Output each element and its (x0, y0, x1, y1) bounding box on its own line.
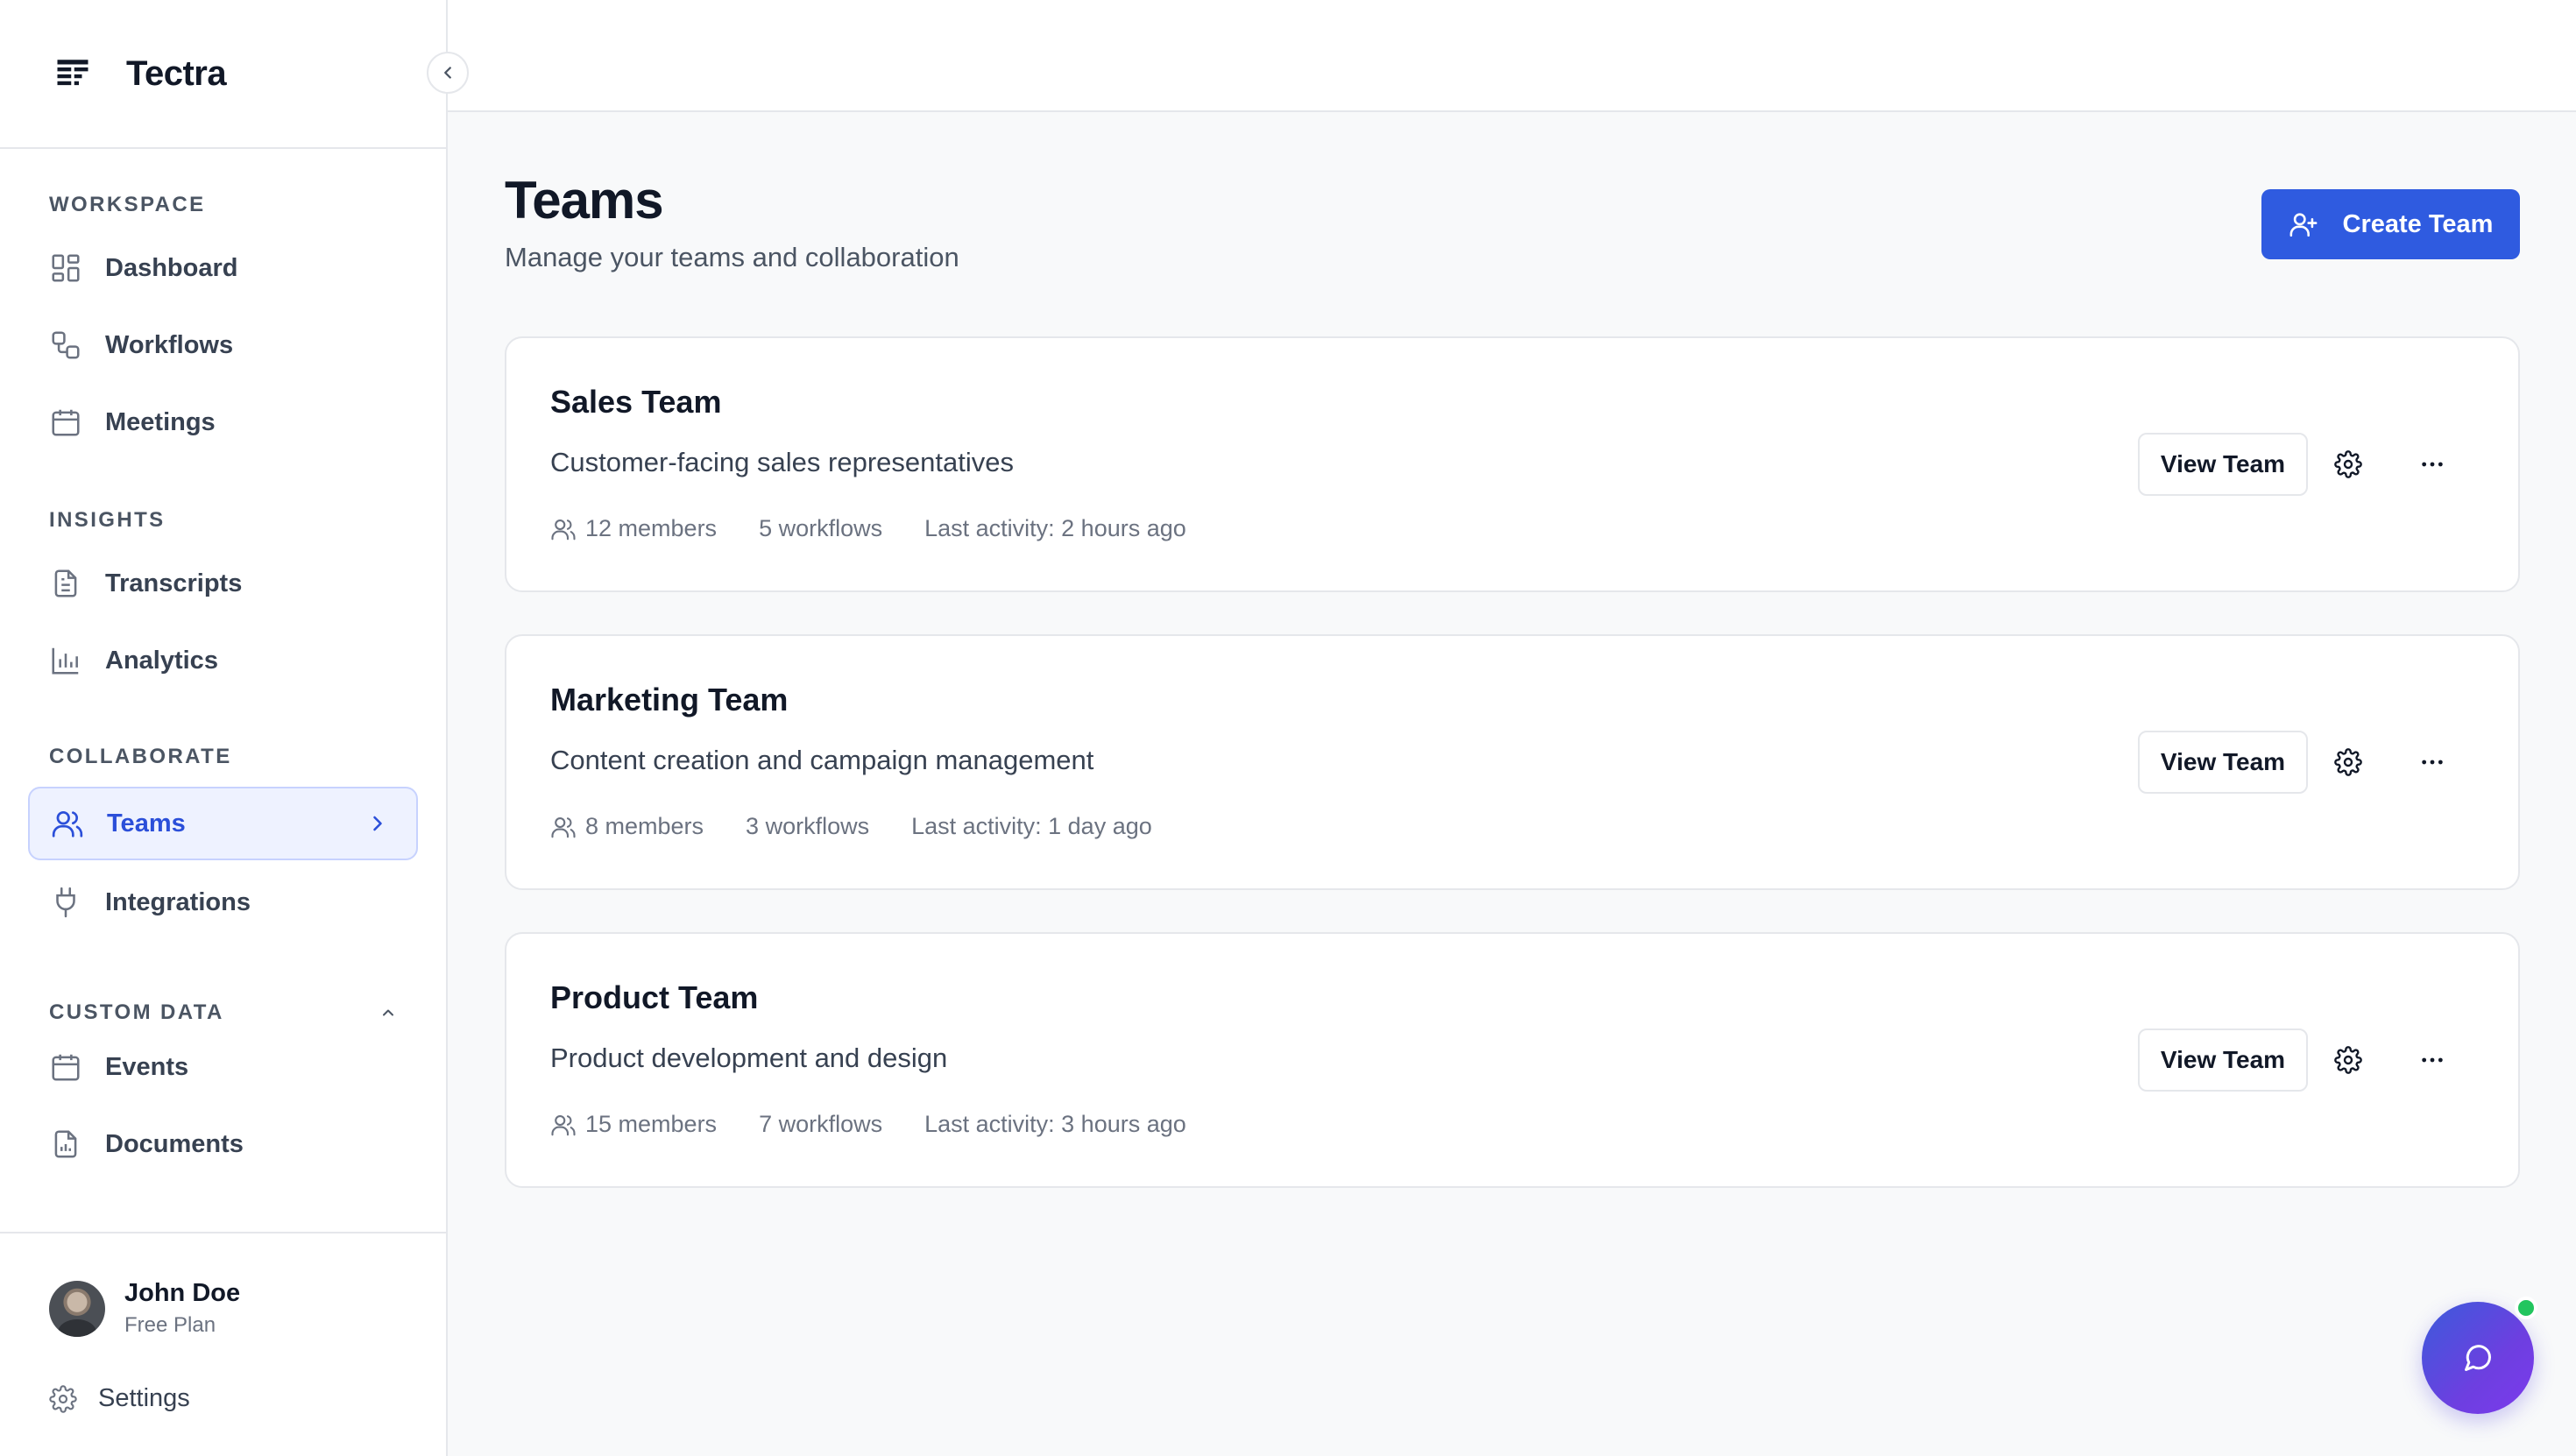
team-meta: 15 members 7 workflows Last activity: 3 … (550, 1111, 1186, 1138)
section-label: COLLABORATE (49, 745, 232, 768)
chat-button[interactable] (2422, 1302, 2534, 1414)
team-more-button[interactable] (2413, 1041, 2452, 1079)
sidebar-item-documents[interactable]: Documents (28, 1107, 418, 1181)
sidebar-footer: John Doe Free Plan Settings (0, 1232, 446, 1456)
sidebar-item-label: Documents (105, 1129, 244, 1158)
page-subtitle: Manage your teams and collaboration (505, 242, 959, 272)
gear-icon (2334, 450, 2362, 478)
chevron-left-icon (444, 67, 451, 79)
sidebar-item-label: Dashboard (105, 253, 238, 282)
section-custom-data: CUSTOM DATA Events Documents (28, 999, 418, 1181)
view-team-button[interactable]: View Team (2138, 1028, 2308, 1092)
users-icon (52, 810, 83, 838)
sidebar-item-dashboard[interactable]: Dashboard (28, 231, 418, 305)
chevron-right-icon (373, 816, 382, 831)
section-label: WORKSPACE (49, 193, 206, 216)
plug-icon (56, 887, 75, 918)
sidebar-item-label: Transcripts (105, 569, 243, 597)
view-team-button[interactable]: View Team (2138, 433, 2308, 496)
more-horizontal-icon (2422, 760, 2443, 765)
online-status-dot (2515, 1297, 2537, 1319)
sidebar-item-teams[interactable]: Teams (28, 787, 418, 860)
user-name: John Doe (124, 1279, 241, 1307)
calendar-icon (52, 409, 80, 436)
team-settings-button[interactable] (2329, 1041, 2367, 1079)
sidebar-item-label: Meetings (105, 407, 216, 436)
workflow-count: 5 workflows (759, 515, 883, 541)
user-profile[interactable]: John Doe Free Plan (49, 1279, 240, 1338)
create-team-button[interactable]: Create Team (2261, 189, 2520, 259)
logo-icon (57, 60, 88, 86)
avatar (49, 1280, 105, 1337)
team-more-button[interactable] (2413, 743, 2452, 781)
team-name: Sales Team (550, 384, 722, 420)
sidebar-item-label: Events (105, 1052, 189, 1081)
users-icon (551, 1114, 576, 1135)
gear-icon (49, 1384, 77, 1413)
sidebar: Tectra WORKSPACE Dashboard Workflows Mee… (0, 0, 469, 1456)
document-icon (54, 569, 77, 597)
team-settings-button[interactable] (2329, 743, 2367, 781)
team-description: Content creation and campaign management (550, 745, 1094, 775)
user-plan: Free Plan (124, 1313, 216, 1337)
section-collaborate: COLLABORATE Teams Integrations (28, 743, 418, 939)
member-count: 8 members (585, 813, 704, 839)
create-team-label: Create Team (2342, 209, 2494, 238)
app-name: Tectra (126, 53, 227, 93)
team-more-button[interactable] (2413, 445, 2452, 484)
chat-bubble-icon (2465, 1345, 2491, 1371)
sidebar-item-label: Integrations (105, 887, 251, 916)
sidebar-item-label: Workflows (105, 330, 234, 359)
sidebar-item-transcripts[interactable]: Transcripts (28, 547, 418, 620)
collapse-sidebar-button[interactable] (427, 52, 469, 94)
member-count: 12 members (585, 515, 718, 541)
team-description: Product development and design (550, 1043, 948, 1073)
team-card-product: Product Team Product development and des… (505, 932, 2520, 1188)
section-label: INSIGHTS (49, 508, 166, 532)
bar-chart-icon (52, 647, 79, 675)
users-icon (551, 816, 576, 838)
sidebar-item-workflows[interactable]: Workflows (28, 308, 418, 382)
section-insights: INSIGHTS Transcripts Analytics (28, 506, 418, 697)
dashboard-icon (52, 254, 80, 282)
team-name: Marketing Team (550, 682, 789, 717)
team-settings-button[interactable] (2329, 445, 2367, 484)
team-meta: 12 members 5 workflows Last activity: 2 … (550, 515, 1186, 542)
sidebar-item-meetings[interactable]: Meetings (28, 385, 418, 459)
team-card-sales: Sales Team Customer-facing sales represe… (505, 336, 2520, 592)
last-activity: Last activity: 2 hours ago (924, 515, 1186, 541)
sidebar-item-integrations[interactable]: Integrations (28, 866, 418, 939)
file-chart-icon (54, 1130, 77, 1158)
sidebar-item-events[interactable]: Events (28, 1030, 418, 1104)
users-icon (551, 519, 576, 540)
gear-icon (2334, 748, 2362, 776)
more-horizontal-icon (2422, 1057, 2443, 1063)
team-meta: 8 members 3 workflows Last activity: 1 d… (550, 813, 1152, 840)
calendar-icon (52, 1054, 80, 1081)
settings-link[interactable]: Settings (49, 1384, 190, 1413)
workflow-count: 7 workflows (759, 1111, 883, 1137)
more-horizontal-icon (2422, 462, 2443, 467)
sidebar-item-label: Analytics (105, 646, 218, 675)
top-bar (448, 0, 2576, 112)
user-plus-icon (2289, 213, 2317, 237)
chevron-up-icon[interactable] (379, 1004, 397, 1021)
last-activity: Last activity: 1 day ago (911, 813, 1152, 839)
sidebar-item-analytics[interactable]: Analytics (28, 624, 418, 697)
view-team-button[interactable]: View Team (2138, 731, 2308, 794)
member-count: 15 members (585, 1111, 718, 1137)
workflows-icon (52, 331, 80, 359)
team-card-marketing: Marketing Team Content creation and camp… (505, 634, 2520, 890)
team-description: Customer-facing sales representatives (550, 447, 1014, 477)
page-title: Teams (505, 171, 664, 230)
settings-label: Settings (98, 1384, 190, 1412)
team-name: Product Team (550, 979, 759, 1015)
section-workspace: WORKSPACE Dashboard Workflows Meetings (28, 191, 418, 459)
workflow-count: 3 workflows (746, 813, 870, 839)
section-label: CUSTOM DATA (49, 1000, 224, 1024)
gear-icon (2334, 1046, 2362, 1074)
last-activity: Last activity: 3 hours ago (924, 1111, 1186, 1137)
sidebar-item-label: Teams (107, 809, 186, 838)
brand-header: Tectra (0, 0, 469, 149)
